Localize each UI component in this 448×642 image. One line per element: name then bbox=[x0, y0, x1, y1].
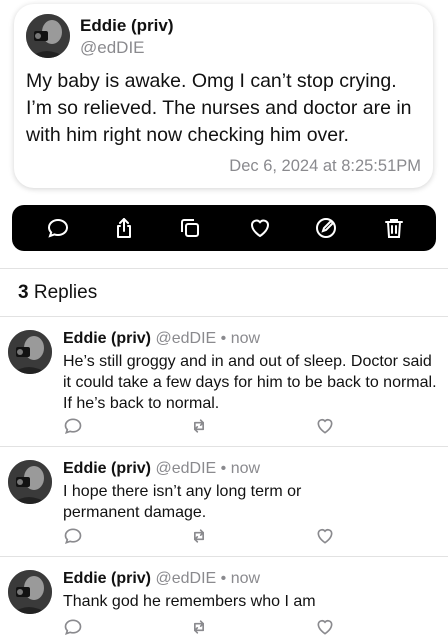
delete-icon[interactable] bbox=[382, 216, 406, 240]
meta-separator: • bbox=[220, 330, 227, 347]
reply-item[interactable]: Eddie (priv) @edDIE • now Thank god he r… bbox=[0, 562, 448, 640]
like-icon[interactable] bbox=[315, 416, 335, 436]
author-handle[interactable]: @edDIE bbox=[80, 38, 145, 58]
reply-author-handle[interactable]: @edDIE bbox=[155, 460, 216, 477]
replies-header: 3 Replies bbox=[18, 282, 97, 304]
reply-header: Eddie (priv) @edDIE • now bbox=[63, 330, 260, 348]
reply-text: I hope there isn’t any long term or perm… bbox=[63, 483, 302, 521]
reply-icon[interactable] bbox=[63, 617, 83, 637]
reply-avatar[interactable] bbox=[8, 330, 52, 374]
repost-icon[interactable] bbox=[189, 617, 209, 637]
repost-icon[interactable] bbox=[189, 526, 209, 546]
like-icon[interactable] bbox=[248, 216, 272, 240]
like-icon[interactable] bbox=[315, 526, 335, 546]
divider bbox=[0, 446, 448, 447]
reply-actions bbox=[63, 617, 343, 637]
reply-author-name[interactable]: Eddie (priv) bbox=[63, 330, 151, 347]
reply-icon[interactable] bbox=[63, 526, 83, 546]
reply-actions bbox=[63, 526, 343, 546]
meta-separator: • bbox=[220, 460, 227, 477]
reply-text: Thank god he remembers who I am bbox=[63, 593, 316, 610]
post-timestamp: Dec 6, 2024 at 8:25:51PM bbox=[229, 157, 421, 175]
reply-header: Eddie (priv) @edDIE • now bbox=[63, 460, 260, 478]
reply-icon[interactable] bbox=[46, 216, 70, 240]
reply-avatar[interactable] bbox=[8, 460, 52, 504]
edit-icon[interactable] bbox=[314, 216, 338, 240]
copy-icon[interactable] bbox=[178, 216, 202, 240]
like-icon[interactable] bbox=[315, 617, 335, 637]
post-action-bar bbox=[12, 205, 436, 251]
reply-item[interactable]: Eddie (priv) @edDIE • now I hope there i… bbox=[0, 452, 448, 554]
share-icon[interactable] bbox=[112, 216, 136, 240]
main-post-card: Eddie (priv) @edDIE My baby is awake. Om… bbox=[14, 4, 433, 188]
reply-author-name[interactable]: Eddie (priv) bbox=[63, 460, 151, 477]
reply-time: now bbox=[230, 330, 261, 347]
post-text: My baby is awake. Omg I can’t stop cryin… bbox=[26, 70, 412, 146]
reply-text: He’s still groggy and in and out of slee… bbox=[63, 353, 437, 412]
reply-author-handle[interactable]: @edDIE bbox=[155, 330, 216, 347]
reply-actions bbox=[63, 416, 343, 436]
meta-separator: • bbox=[220, 570, 227, 587]
divider bbox=[0, 268, 448, 269]
reply-author-handle[interactable]: @edDIE bbox=[155, 570, 216, 587]
reply-time: now bbox=[230, 460, 261, 477]
reply-item[interactable]: Eddie (priv) @edDIE • now He’s still gro… bbox=[0, 322, 448, 444]
reply-author-name[interactable]: Eddie (priv) bbox=[63, 570, 151, 587]
author-avatar[interactable] bbox=[26, 14, 70, 58]
reply-icon[interactable] bbox=[63, 416, 83, 436]
replies-label: Replies bbox=[33, 282, 98, 303]
replies-count: 3 bbox=[18, 282, 29, 303]
reply-time: now bbox=[230, 570, 261, 587]
reply-header: Eddie (priv) @edDIE • now bbox=[63, 570, 260, 588]
author-name[interactable]: Eddie (priv) bbox=[80, 16, 174, 36]
repost-icon[interactable] bbox=[189, 416, 209, 436]
divider bbox=[0, 316, 448, 317]
divider bbox=[0, 556, 448, 557]
reply-avatar[interactable] bbox=[8, 570, 52, 614]
